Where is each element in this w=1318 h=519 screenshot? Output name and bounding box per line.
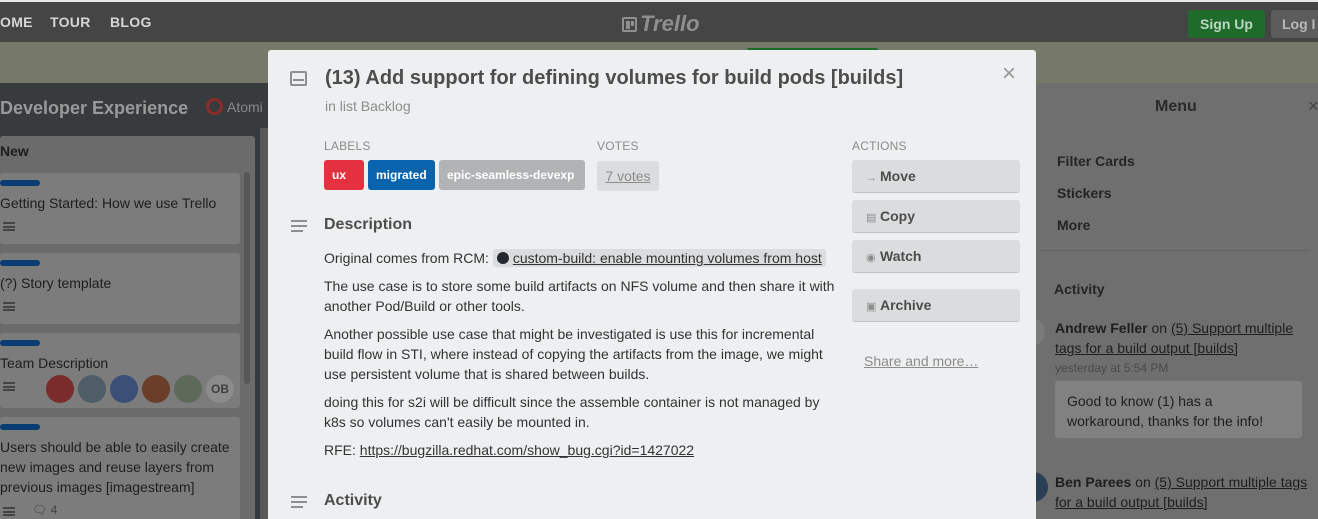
signup-button[interactable]: Sign Up <box>1188 10 1265 38</box>
description-paragraph: doing this for s2i will be difficult sin… <box>324 394 820 430</box>
nav-tour[interactable]: TOUR <box>50 14 91 30</box>
avatar[interactable] <box>110 375 138 403</box>
rfe-link[interactable]: https://bugzilla.redhat.com/show_bug.cgi… <box>360 442 694 458</box>
activity-entry: Ben Parees on (5) Support multiple tags … <box>1055 474 1308 510</box>
card-label-bar <box>0 340 40 346</box>
card-title: Users should be able to easily create ne… <box>0 439 230 495</box>
copy-button[interactable]: ▤ Copy <box>852 200 1020 232</box>
close-icon[interactable]: × <box>1002 62 1016 86</box>
trello-logo[interactable]: Trello <box>622 11 700 37</box>
card-title: Team Description <box>0 355 109 371</box>
archive-button[interactable]: ▣ Archive <box>852 289 1020 321</box>
list-backlog <box>260 128 268 519</box>
sidebar-activity-title: Activity <box>1054 281 1105 297</box>
in-list-text: in list Backlog <box>325 98 411 114</box>
list-title[interactable]: New <box>0 143 29 159</box>
votes-heading: VOTES <box>597 139 639 153</box>
description-text: Original comes from RCM: custom-build: e… <box>324 248 838 268</box>
activity-author[interactable]: Ben Parees <box>1055 474 1131 490</box>
description-icon <box>3 222 15 231</box>
label-epic[interactable]: epic-seamless-devexp <box>439 160 585 190</box>
description-icon <box>3 382 15 391</box>
activity-time[interactable]: yesterday at 5:54 PM <box>1055 361 1168 375</box>
activity-comment: Good to know (1) has a workaround, thank… <box>1055 381 1302 438</box>
card-title: (?) Story template <box>0 275 112 291</box>
board-org[interactable]: Atomi <box>206 98 263 115</box>
github-link-chip[interactable]: custom-build: enable mounting volumes fr… <box>492 249 826 267</box>
nav-home[interactable]: OME <box>0 14 33 30</box>
menu-title: Menu <box>1155 98 1197 115</box>
login-button[interactable]: Log I <box>1271 10 1318 38</box>
description-heading: Description <box>324 216 413 233</box>
activity-entry: Andrew Feller on (5) Support multiple ta… <box>1055 320 1294 356</box>
card-icon <box>290 71 307 86</box>
menu-close-icon[interactable]: × <box>1308 96 1318 117</box>
github-icon <box>496 252 509 264</box>
avatar[interactable] <box>174 375 202 403</box>
label-ux[interactable]: ux <box>324 160 364 190</box>
description-paragraph: Another possible use case that might be … <box>324 326 823 382</box>
card-label-bar <box>0 260 40 266</box>
menu-item-more[interactable]: More <box>1057 217 1090 233</box>
board-title[interactable]: Developer Experience <box>0 98 188 119</box>
avatar[interactable] <box>46 375 74 403</box>
menu-item-filter-cards[interactable]: Filter Cards <box>1057 153 1135 169</box>
share-link[interactable]: Share and more… <box>864 353 978 369</box>
github-link[interactable]: custom-build: enable mounting volumes fr… <box>513 250 822 266</box>
activity-author[interactable]: Andrew Feller <box>1055 320 1148 336</box>
list-scrollbar[interactable] <box>244 172 250 384</box>
copy-icon: ▤ <box>866 212 877 224</box>
list-link[interactable]: Backlog <box>361 98 411 114</box>
description-icon <box>291 220 307 232</box>
activity-icon <box>291 496 307 508</box>
description-icon <box>3 507 15 516</box>
comment-count: 🗨 4 <box>32 503 58 517</box>
move-button[interactable]: → Move <box>852 160 1020 192</box>
arrow-right-icon: → <box>866 172 877 184</box>
card-title: Getting Started: How we use Trello <box>0 195 217 211</box>
description-paragraph: The use case is to store some build arti… <box>324 278 835 314</box>
votes-button[interactable]: 7 votes <box>597 161 659 191</box>
activity-heading: Activity <box>324 492 382 509</box>
eye-icon: ◉ <box>866 252 876 264</box>
menu-divider <box>1040 250 1310 251</box>
archive-icon: ▣ <box>866 301 877 313</box>
trello-logo-icon <box>622 17 637 32</box>
top-header: OME TOUR BLOG Trello Sign Up Log I <box>0 0 1318 42</box>
label-migrated[interactable]: migrated <box>368 160 435 190</box>
avatar[interactable]: OB <box>206 375 234 403</box>
list-card[interactable]: (?) Story template <box>0 253 240 324</box>
nav-blog[interactable]: BLOG <box>110 14 152 30</box>
description-text: RFE: https://bugzilla.redhat.com/show_bu… <box>324 442 695 458</box>
labels-heading: LABELS <box>324 139 371 153</box>
card-title[interactable]: (13) Add support for defining volumes fo… <box>325 67 903 90</box>
card-label-bar <box>0 424 40 430</box>
avatar[interactable] <box>78 375 106 403</box>
list-card[interactable]: Getting Started: How we use Trello <box>0 173 240 244</box>
menu-item-stickers[interactable]: Stickers <box>1057 185 1111 201</box>
card-label-bar <box>0 180 40 186</box>
watch-button[interactable]: ◉ Watch <box>852 240 1020 272</box>
actions-heading: ACTIONS <box>852 139 907 153</box>
avatar[interactable] <box>142 375 170 403</box>
org-logo-icon <box>206 98 223 115</box>
board-menu-sidebar <box>1036 83 1318 519</box>
list-card[interactable]: Users should be able to easily create ne… <box>0 417 240 519</box>
list-card[interactable]: Team Description OB <box>0 333 240 408</box>
description-icon <box>3 302 15 311</box>
